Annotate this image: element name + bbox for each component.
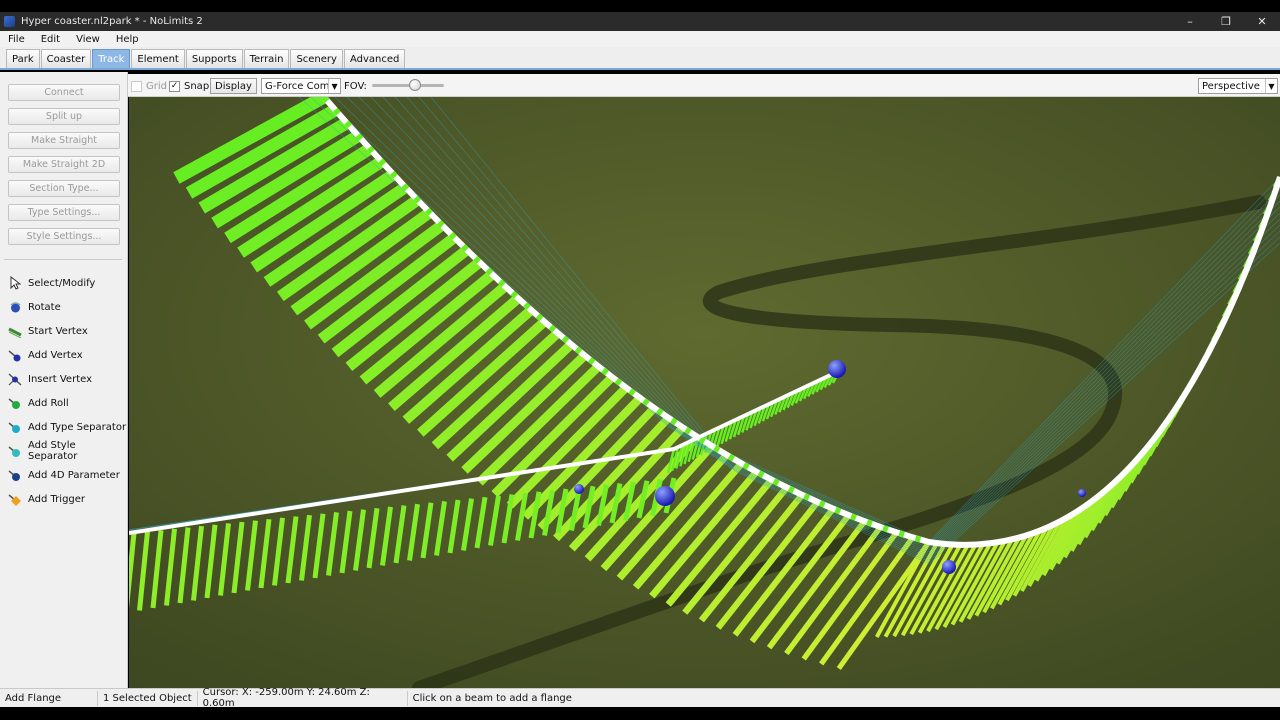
vertex-node-large: [655, 486, 675, 506]
add-vertex-icon: [8, 348, 22, 362]
snap-checkbox[interactable]: ✓: [169, 80, 180, 92]
tool-label: Add Style Separator: [28, 440, 78, 462]
style-separator-icon: [8, 444, 22, 458]
tool-label: Rotate: [28, 301, 61, 313]
add-roll-icon: [8, 396, 22, 410]
section-type-button[interactable]: Section Type...: [8, 180, 120, 197]
tool-label: Add 4D Parameter: [28, 469, 120, 481]
tab-terrain[interactable]: Terrain: [243, 49, 290, 68]
vertex-node: [942, 560, 956, 574]
vertex-node: [574, 484, 584, 494]
projection-select[interactable]: Perspective ▼: [1198, 78, 1278, 94]
tool-label: Add Type Separator: [28, 421, 127, 433]
tool-add-vertex[interactable]: Add Vertex: [8, 347, 83, 363]
cursor-arrow-icon: [8, 276, 22, 290]
make-straight-button[interactable]: Make Straight: [8, 132, 120, 149]
tool-label: Add Roll: [28, 397, 69, 409]
vertex-node: [1078, 489, 1086, 497]
tool-label: Select/Modify: [28, 277, 96, 289]
tool-label: Start Vertex: [28, 325, 88, 337]
status-bar: Add Flange 1 Selected Object Cursor: X: …: [0, 687, 1280, 709]
menu-view[interactable]: View: [68, 34, 108, 45]
make-straight-2d-button[interactable]: Make Straight 2D: [8, 156, 120, 173]
4d-parameter-icon: [8, 468, 22, 482]
projection-value: Perspective: [1202, 80, 1260, 92]
tool-start-vertex[interactable]: Start Vertex: [8, 323, 88, 339]
display-button[interactable]: Display: [210, 78, 257, 94]
screen-bezel-top: [0, 0, 1280, 12]
type-settings-button[interactable]: Type Settings...: [8, 204, 120, 221]
tab-track[interactable]: Track: [92, 49, 131, 68]
color-mode-select[interactable]: G-Force Comb ▼: [261, 78, 341, 94]
tool-add-type-separator[interactable]: Add Type Separator: [8, 419, 126, 435]
window-controls: – ❐ ✕: [1172, 12, 1280, 31]
insert-vertex-icon: [8, 372, 22, 386]
tool-add-4d-parameter[interactable]: Add 4D Parameter: [8, 467, 120, 483]
tool-select-modify[interactable]: Select/Modify: [8, 275, 95, 291]
tab-advanced[interactable]: Advanced: [343, 49, 406, 68]
snap-label: Snap: [184, 80, 210, 92]
maximize-icon[interactable]: ❐: [1208, 12, 1244, 31]
vertex-node-end: [828, 360, 846, 378]
style-settings-button[interactable]: Style Settings...: [8, 228, 120, 245]
tool-add-style-separator[interactable]: Add Style Separator: [8, 440, 127, 462]
minimize-icon[interactable]: –: [1172, 12, 1208, 31]
grid-label: Grid: [146, 80, 167, 92]
fov-slider[interactable]: [372, 76, 444, 96]
type-separator-icon: [8, 420, 22, 434]
menu-bar: File Edit View Help: [0, 31, 1280, 47]
color-mode-value: G-Force Comb: [265, 80, 328, 92]
track-tools-sidebar: Connect Split up Make Straight Make Stra…: [0, 72, 128, 688]
app-logo-icon: [4, 16, 15, 27]
menu-edit[interactable]: Edit: [33, 34, 68, 45]
tab-coaster[interactable]: Coaster: [40, 49, 92, 68]
tab-element[interactable]: Element: [131, 49, 185, 68]
grid-toggle[interactable]: Grid: [131, 78, 167, 94]
sidebar-divider: [4, 259, 122, 260]
tab-park[interactable]: Park: [6, 49, 40, 68]
screen-bezel-bottom: [0, 707, 1280, 720]
mode-tab-bar: Park Coaster Track Element Supports Terr…: [0, 47, 1280, 70]
snap-toggle[interactable]: ✓ Snap: [169, 78, 209, 94]
status-hint: Click on a beam to add a flange: [412, 692, 572, 704]
title-bar: Hyper coaster.nl2park * - NoLimits 2 – ❐…: [0, 12, 1280, 31]
display-button-wrap: Display: [210, 78, 257, 94]
menu-file[interactable]: File: [0, 34, 33, 45]
tab-scenery[interactable]: Scenery: [290, 49, 343, 68]
menu-help[interactable]: Help: [108, 34, 147, 45]
status-cursor: Cursor: X: -259.00m Y: 24.60m Z: 0.60m: [198, 687, 408, 709]
tool-add-roll[interactable]: Add Roll: [8, 395, 69, 411]
fov-slider-knob[interactable]: [409, 79, 422, 91]
close-icon[interactable]: ✕: [1244, 12, 1280, 31]
split-up-button[interactable]: Split up: [8, 108, 120, 125]
fov-label: FOV:: [344, 80, 367, 92]
track-scene[interactable]: [129, 97, 1280, 688]
start-vertex-icon: [8, 324, 22, 338]
status-mode: Add Flange: [0, 690, 98, 706]
connect-button[interactable]: Connect: [8, 84, 120, 101]
trigger-icon: [8, 492, 22, 506]
chevron-down-icon: ▼: [1265, 79, 1277, 93]
tool-label: Add Vertex: [28, 349, 83, 361]
tool-insert-vertex[interactable]: Insert Vertex: [8, 371, 92, 387]
chevron-down-icon: ▼: [328, 79, 340, 93]
tab-supports[interactable]: Supports: [185, 49, 243, 68]
fov-slider-track: [372, 84, 444, 87]
status-selection: 1 Selected Object: [98, 690, 198, 706]
viewport-toolbar: Grid ✓ Snap Display G-Force Comb ▼ FOV: …: [128, 74, 1280, 97]
rotate-icon: [8, 300, 22, 314]
tool-rotate[interactable]: Rotate: [8, 299, 61, 315]
window-title: Hyper coaster.nl2park * - NoLimits 2: [21, 16, 203, 27]
tool-label: Insert Vertex: [28, 373, 93, 385]
tool-add-trigger[interactable]: Add Trigger: [8, 491, 85, 507]
grid-checkbox[interactable]: [131, 80, 142, 92]
3d-viewport[interactable]: [129, 97, 1280, 688]
tool-label: Add Trigger: [28, 493, 86, 505]
